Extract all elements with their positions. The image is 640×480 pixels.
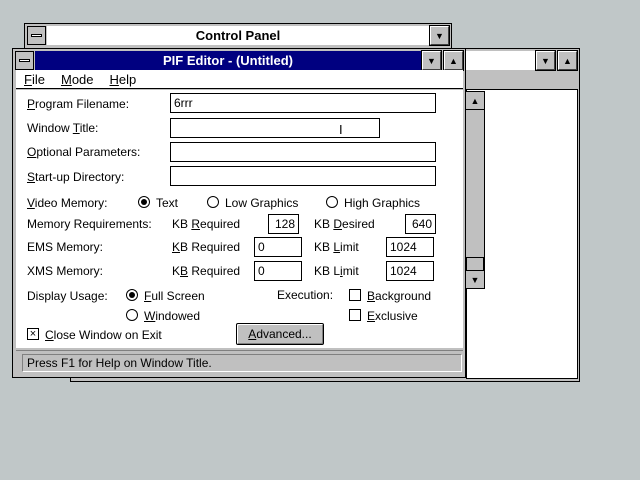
ems-memory-label: EMS Memory: (27, 240, 104, 254)
memory-kb-desired-input[interactable]: 640 (405, 214, 436, 234)
menu-help[interactable]: Help (102, 72, 145, 87)
memory-kb-desired-label: KB Desired (314, 217, 375, 231)
ems-kb-limit-input[interactable]: 1024 (386, 237, 434, 257)
control-panel-minimize-button[interactable]: ▼ (429, 25, 450, 46)
control-panel-title: Control Panel (195, 28, 281, 43)
xms-kb-required-input[interactable]: 0 (254, 261, 302, 281)
xms-kb-limit-label: KB Limit (314, 264, 359, 278)
memory-kb-required-label: KB Required (172, 217, 241, 231)
menu-mode[interactable]: Mode (53, 72, 102, 87)
menu-bar: File Mode Help (16, 70, 463, 89)
text-cursor-icon: I (339, 122, 343, 137)
pif-title-bar[interactable]: PIF Editor - (Untitled) (35, 51, 421, 70)
video-text-radio[interactable] (138, 196, 150, 208)
background-label[interactable]: Background (367, 289, 431, 303)
background-window-title-bar[interactable] (461, 51, 535, 70)
scroll-up-arrow-icon[interactable]: ▲ (466, 92, 484, 110)
window-title-input[interactable] (170, 118, 380, 138)
memory-requirements-label: Memory Requirements: (27, 217, 152, 231)
video-low-graphics-label[interactable]: Low Graphics (225, 196, 298, 210)
exclusive-label[interactable]: Exclusive (367, 309, 418, 323)
background-window-minimize-button[interactable]: ▼ (535, 50, 556, 71)
advanced-button[interactable]: Advanced... (236, 323, 324, 345)
exclusive-checkbox[interactable] (349, 309, 361, 321)
close-window-on-exit-label[interactable]: Close Window on Exit (45, 328, 162, 342)
program-filename-input[interactable]: 6rrr (170, 93, 436, 113)
background-window-maximize-button[interactable]: ▲ (557, 50, 578, 71)
optional-parameters-label: Optional Parameters: (27, 145, 141, 159)
pif-minimize-button[interactable]: ▼ (421, 50, 442, 71)
ems-kb-required-input[interactable]: 0 (254, 237, 302, 257)
xms-kb-limit-input[interactable]: 1024 (386, 261, 434, 281)
background-vertical-scrollbar[interactable]: ▲ ▼ (465, 91, 485, 289)
window-title-label: Window Title: (27, 121, 99, 135)
status-text: Press F1 for Help on Window Title. (22, 353, 462, 372)
control-panel-system-menu-icon[interactable] (27, 26, 46, 45)
pif-maximize-button[interactable]: ▲ (443, 50, 464, 71)
display-full-screen-radio[interactable] (126, 289, 138, 301)
ems-kb-required-label: KB Required (172, 240, 241, 254)
pif-title: PIF Editor - (Untitled) (163, 53, 293, 68)
menu-file[interactable]: File (16, 72, 53, 87)
background-checkbox[interactable] (349, 289, 361, 301)
control-panel-title-bar[interactable]: Control Panel (47, 26, 429, 45)
execution-label: Execution: (277, 288, 334, 302)
close-window-on-exit-checkbox[interactable]: × (27, 328, 39, 340)
video-low-graphics-radio[interactable] (207, 196, 219, 208)
optional-parameters-input[interactable] (170, 142, 436, 162)
xms-kb-required-label: KB Required (172, 264, 241, 278)
pif-system-menu-icon[interactable] (15, 51, 34, 70)
video-text-label[interactable]: Text (156, 196, 178, 210)
display-full-screen-label[interactable]: Full Screen (144, 289, 205, 303)
program-filename-label: Program Filename: (27, 97, 130, 111)
display-windowed-label[interactable]: Windowed (144, 309, 200, 323)
memory-kb-required-input[interactable]: 128 (268, 214, 299, 234)
video-high-graphics-label[interactable]: High Graphics (344, 196, 420, 210)
xms-memory-label: XMS Memory: (27, 264, 104, 278)
display-windowed-radio[interactable] (126, 309, 138, 321)
video-high-graphics-radio[interactable] (326, 196, 338, 208)
display-usage-label: Display Usage: (27, 289, 108, 303)
scroll-down-arrow-icon[interactable]: ▼ (466, 270, 484, 288)
ems-kb-limit-label: KB Limit (314, 240, 359, 254)
startup-directory-label: Start-up Directory: (27, 170, 125, 184)
startup-directory-input[interactable] (170, 166, 436, 186)
video-memory-label: Video Memory: (27, 196, 108, 210)
status-bar: Press F1 for Help on Window Title. (16, 350, 463, 374)
